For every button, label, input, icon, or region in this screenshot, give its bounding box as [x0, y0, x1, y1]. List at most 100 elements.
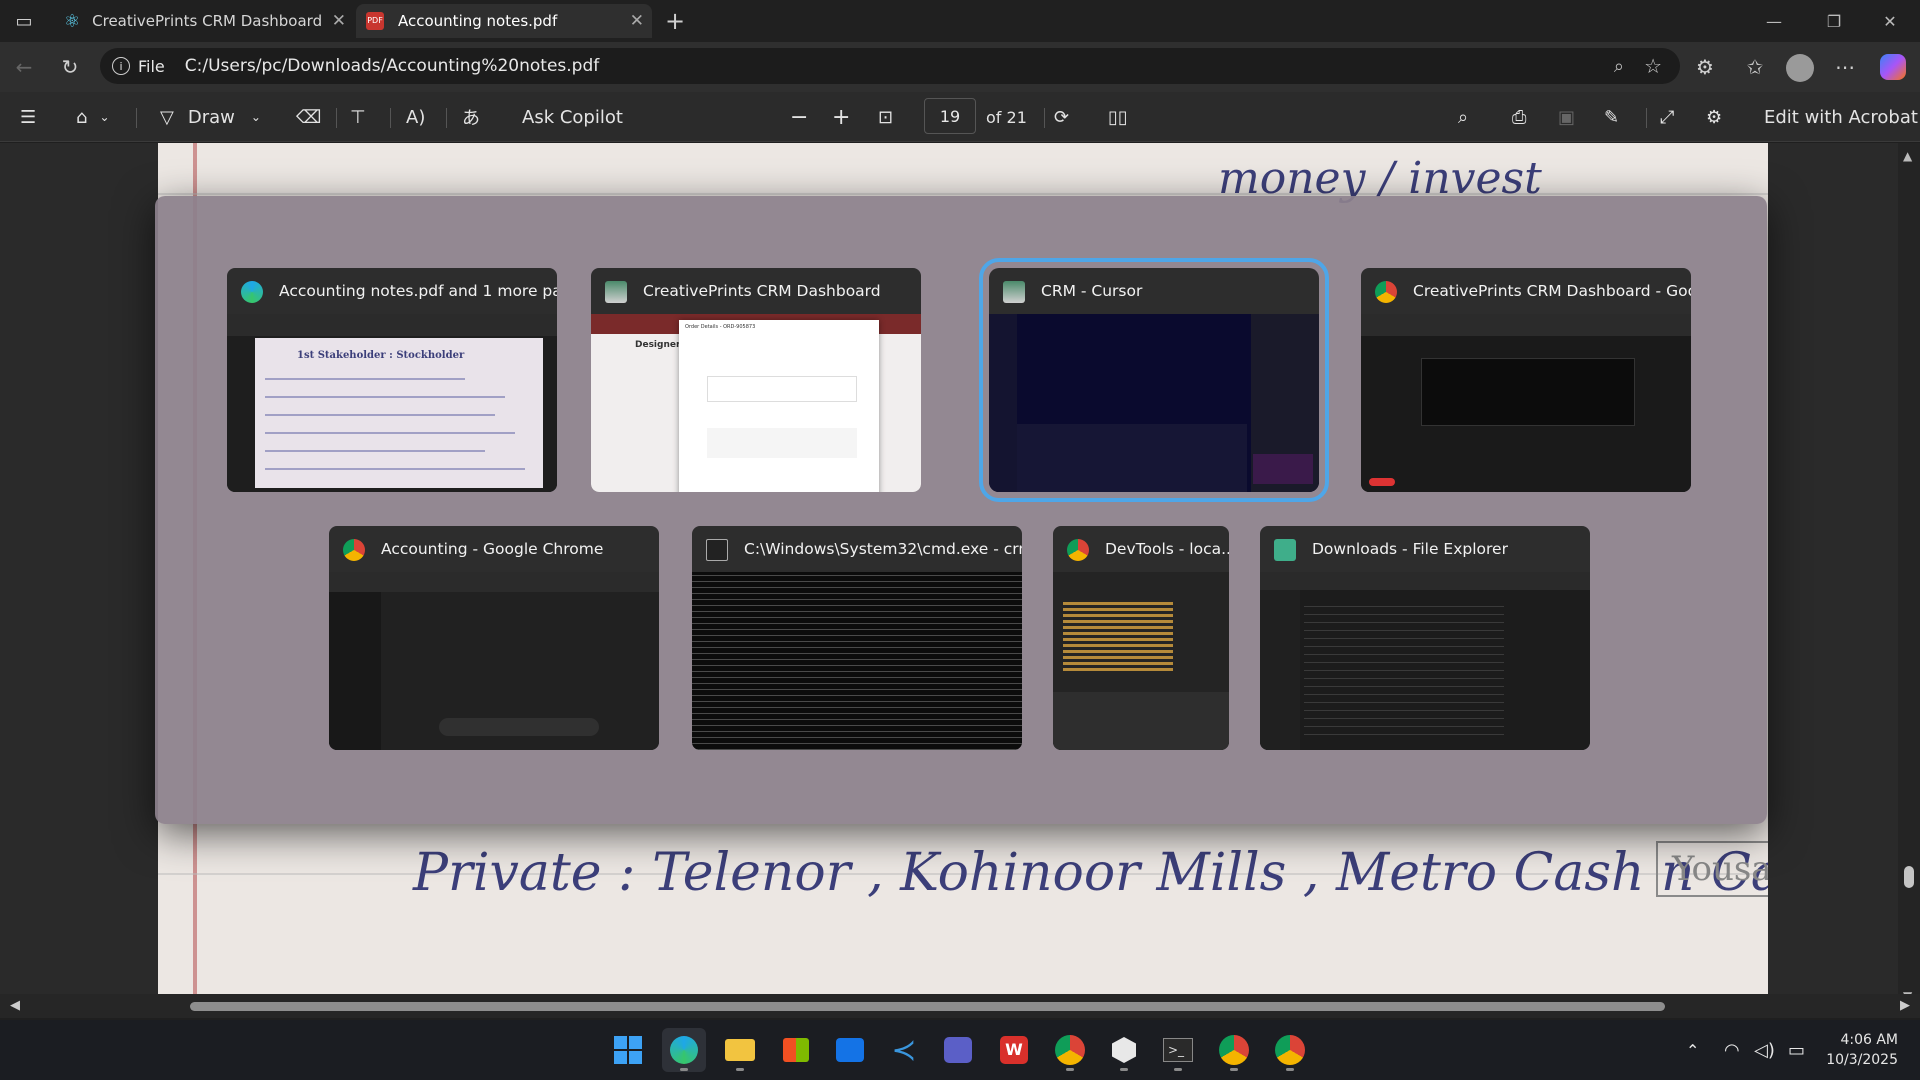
wifi-icon[interactable]: ◠ [1724, 1020, 1740, 1080]
draw-label: Draw [187, 106, 235, 128]
fit-page-icon[interactable]: ⊡ [878, 92, 893, 142]
print-icon[interactable]: ⎙ [1512, 92, 1526, 142]
horizontal-scroll-thumb[interactable] [190, 1002, 1665, 1011]
info-icon: i [112, 57, 130, 75]
close-icon[interactable]: ✕ [630, 11, 644, 31]
contents-icon[interactable]: ☰ [20, 92, 36, 142]
scroll-right-icon[interactable]: ▶ [1900, 998, 1910, 1013]
window-title: C:\Windows\System32\cmd.exe - crm-... [744, 540, 1022, 558]
page-number-input[interactable]: 19 [924, 98, 976, 134]
task-switcher: Accounting notes.pdf and 1 more page... … [155, 196, 1767, 824]
more-icon[interactable]: ⋯ [1830, 54, 1860, 80]
tab-crm-dashboard[interactable]: ⚛ CreativePrints CRM Dashboard ✕ [54, 4, 354, 38]
tab-accounting-pdf[interactable]: PDF Accounting notes.pdf ✕ [356, 4, 652, 38]
edit-with-acrobat-button[interactable]: Edit with Acrobat [1764, 92, 1918, 142]
window-thumbnail: Designer O Order Details - ORD-905873 [591, 314, 921, 492]
zoom-icon[interactable]: ⌕ [1614, 56, 1624, 77]
clock-time: 4:06 AM [1840, 1032, 1898, 1048]
vertical-scroll-thumb[interactable] [1904, 866, 1914, 888]
thumb-text: Order Details - ORD-905873 [685, 324, 756, 330]
text-box-icon[interactable]: ⊤ [350, 92, 366, 142]
window-card-accounting-pdf[interactable]: Accounting notes.pdf and 1 more page... … [227, 268, 557, 492]
cursor-app-icon[interactable] [1102, 1028, 1146, 1072]
chrome-icon[interactable] [1048, 1028, 1092, 1072]
browser-tab-bar: ▭ ⚛ CreativePrints CRM Dashboard ✕ PDF A… [0, 0, 1920, 42]
fullscreen-icon[interactable]: ⤢ [1660, 92, 1674, 142]
page-total-label: of 21 [986, 107, 1027, 127]
battery-icon[interactable]: ▭ [1788, 1020, 1805, 1080]
rotate-icon[interactable]: ⟳ [1054, 92, 1069, 142]
store-icon[interactable] [774, 1028, 818, 1072]
window-title: CreativePrints CRM Dashboard [643, 282, 881, 300]
edge-icon[interactable] [662, 1028, 706, 1072]
search-icon[interactable]: ⌕ [1458, 92, 1468, 142]
minimize-icon[interactable]: — [1746, 0, 1802, 42]
vertical-scrollbar[interactable]: ▲ ▼ [1898, 143, 1920, 1005]
window-card-cmd[interactable]: C:\Windows\System32\cmd.exe - crm-... [692, 526, 1022, 750]
window-card-chrome-accounting[interactable]: Accounting - Google Chrome [329, 526, 659, 750]
sidebar-toggle-icon[interactable]: ▭ [10, 8, 38, 34]
scroll-up-icon[interactable]: ▲ [1903, 149, 1912, 163]
scroll-left-icon[interactable]: ◀ [10, 998, 20, 1013]
refresh-icon[interactable]: ↻ [56, 54, 84, 80]
taskbar: ≺ W >_ ⌃ ◠ ◁) ▭ 4:06 AM 10/3/2025 [0, 1020, 1920, 1080]
window-thumbnail [329, 572, 659, 750]
window-card-chrome-crm[interactable]: CreativePrints CRM Dashboard - Goog... [1361, 268, 1691, 492]
react-icon: ⚛ [64, 10, 81, 32]
teams-icon[interactable] [936, 1028, 980, 1072]
file-explorer-icon[interactable] [718, 1028, 762, 1072]
window-title: DevTools - loca... [1105, 540, 1229, 558]
close-window-icon[interactable]: ✕ [1862, 0, 1918, 42]
read-aloud-icon[interactable]: A) [406, 92, 425, 142]
tab-title: Accounting notes.pdf [398, 12, 558, 30]
outlook-icon[interactable] [828, 1028, 872, 1072]
new-tab-icon[interactable]: + [662, 7, 688, 35]
terminal-icon[interactable]: >_ [1156, 1028, 1200, 1072]
window-title: Downloads - File Explorer [1312, 540, 1508, 558]
save-as-icon[interactable]: ✎ [1604, 92, 1619, 142]
draw-icon: ▽ [160, 106, 174, 128]
vscode-icon[interactable]: ≺ [882, 1028, 926, 1072]
wps-icon[interactable]: W [992, 1028, 1036, 1072]
window-title: CreativePrints CRM Dashboard - Goog... [1413, 282, 1691, 300]
translate-icon[interactable]: あ [462, 92, 480, 142]
url-field[interactable]: i File C:/Users/pc/Downloads/Accounting%… [100, 48, 1680, 84]
zoom-out-icon[interactable]: − [790, 92, 808, 142]
favorites-icon[interactable]: ✩ [1740, 54, 1770, 80]
settings-gear-icon[interactable]: ⚙ [1706, 92, 1722, 142]
extensions-icon[interactable]: ⚙ [1690, 54, 1720, 80]
avatar[interactable] [1786, 54, 1814, 82]
window-thumbnail [1361, 314, 1691, 492]
chrome-profile-icon[interactable] [1268, 1028, 1312, 1072]
window-title: Accounting - Google Chrome [381, 540, 604, 558]
close-icon[interactable]: ✕ [332, 11, 346, 31]
volume-icon[interactable]: ◁) [1754, 1020, 1775, 1080]
clock[interactable]: 4:06 AM 10/3/2025 [1826, 1020, 1898, 1080]
start-icon[interactable] [606, 1028, 650, 1072]
show-hidden-icons-icon[interactable]: ⌃ [1686, 1020, 1699, 1080]
stamp: Yousa [1656, 841, 1768, 897]
page-number-value: 19 [939, 106, 961, 126]
chrome-profile-icon[interactable] [1212, 1028, 1256, 1072]
clock-date: 10/3/2025 [1826, 1052, 1898, 1068]
restore-icon[interactable]: ❐ [1806, 0, 1862, 42]
window-card-crm-dashboard[interactable]: CreativePrints CRM Dashboard Designer O … [591, 268, 921, 492]
draw-button[interactable]: ▽ Draw ⌄ [160, 92, 261, 142]
back-icon[interactable]: ← [10, 54, 38, 80]
highlight-icon[interactable]: ⌂ ⌄ [76, 92, 110, 142]
copilot-icon[interactable] [1880, 54, 1906, 80]
window-card-devtools[interactable]: DevTools - loca... [1053, 526, 1229, 750]
window-card-file-explorer[interactable]: Downloads - File Explorer [1260, 526, 1590, 750]
window-thumbnail [989, 314, 1319, 492]
window-title: CRM - Cursor [1041, 282, 1143, 300]
horizontal-scrollbar[interactable]: ◀ ▶ [0, 994, 1920, 1018]
pdf-toolbar: ☰ ⌂ ⌄ ▽ Draw ⌄ ⌫ ⊤ A) あ Ask Copilot − + … [0, 92, 1920, 142]
page-view-icon[interactable]: ▯▯ [1108, 92, 1128, 142]
save-icon[interactable]: ▣ [1558, 92, 1575, 142]
ask-copilot-button[interactable]: Ask Copilot [522, 92, 623, 142]
window-thumbnail [692, 572, 1022, 750]
window-card-cursor[interactable]: CRM - Cursor [979, 258, 1329, 502]
eraser-icon[interactable]: ⌫ [296, 92, 321, 142]
zoom-in-icon[interactable]: + [832, 92, 850, 142]
favorite-star-icon[interactable]: ☆ [1644, 54, 1662, 78]
